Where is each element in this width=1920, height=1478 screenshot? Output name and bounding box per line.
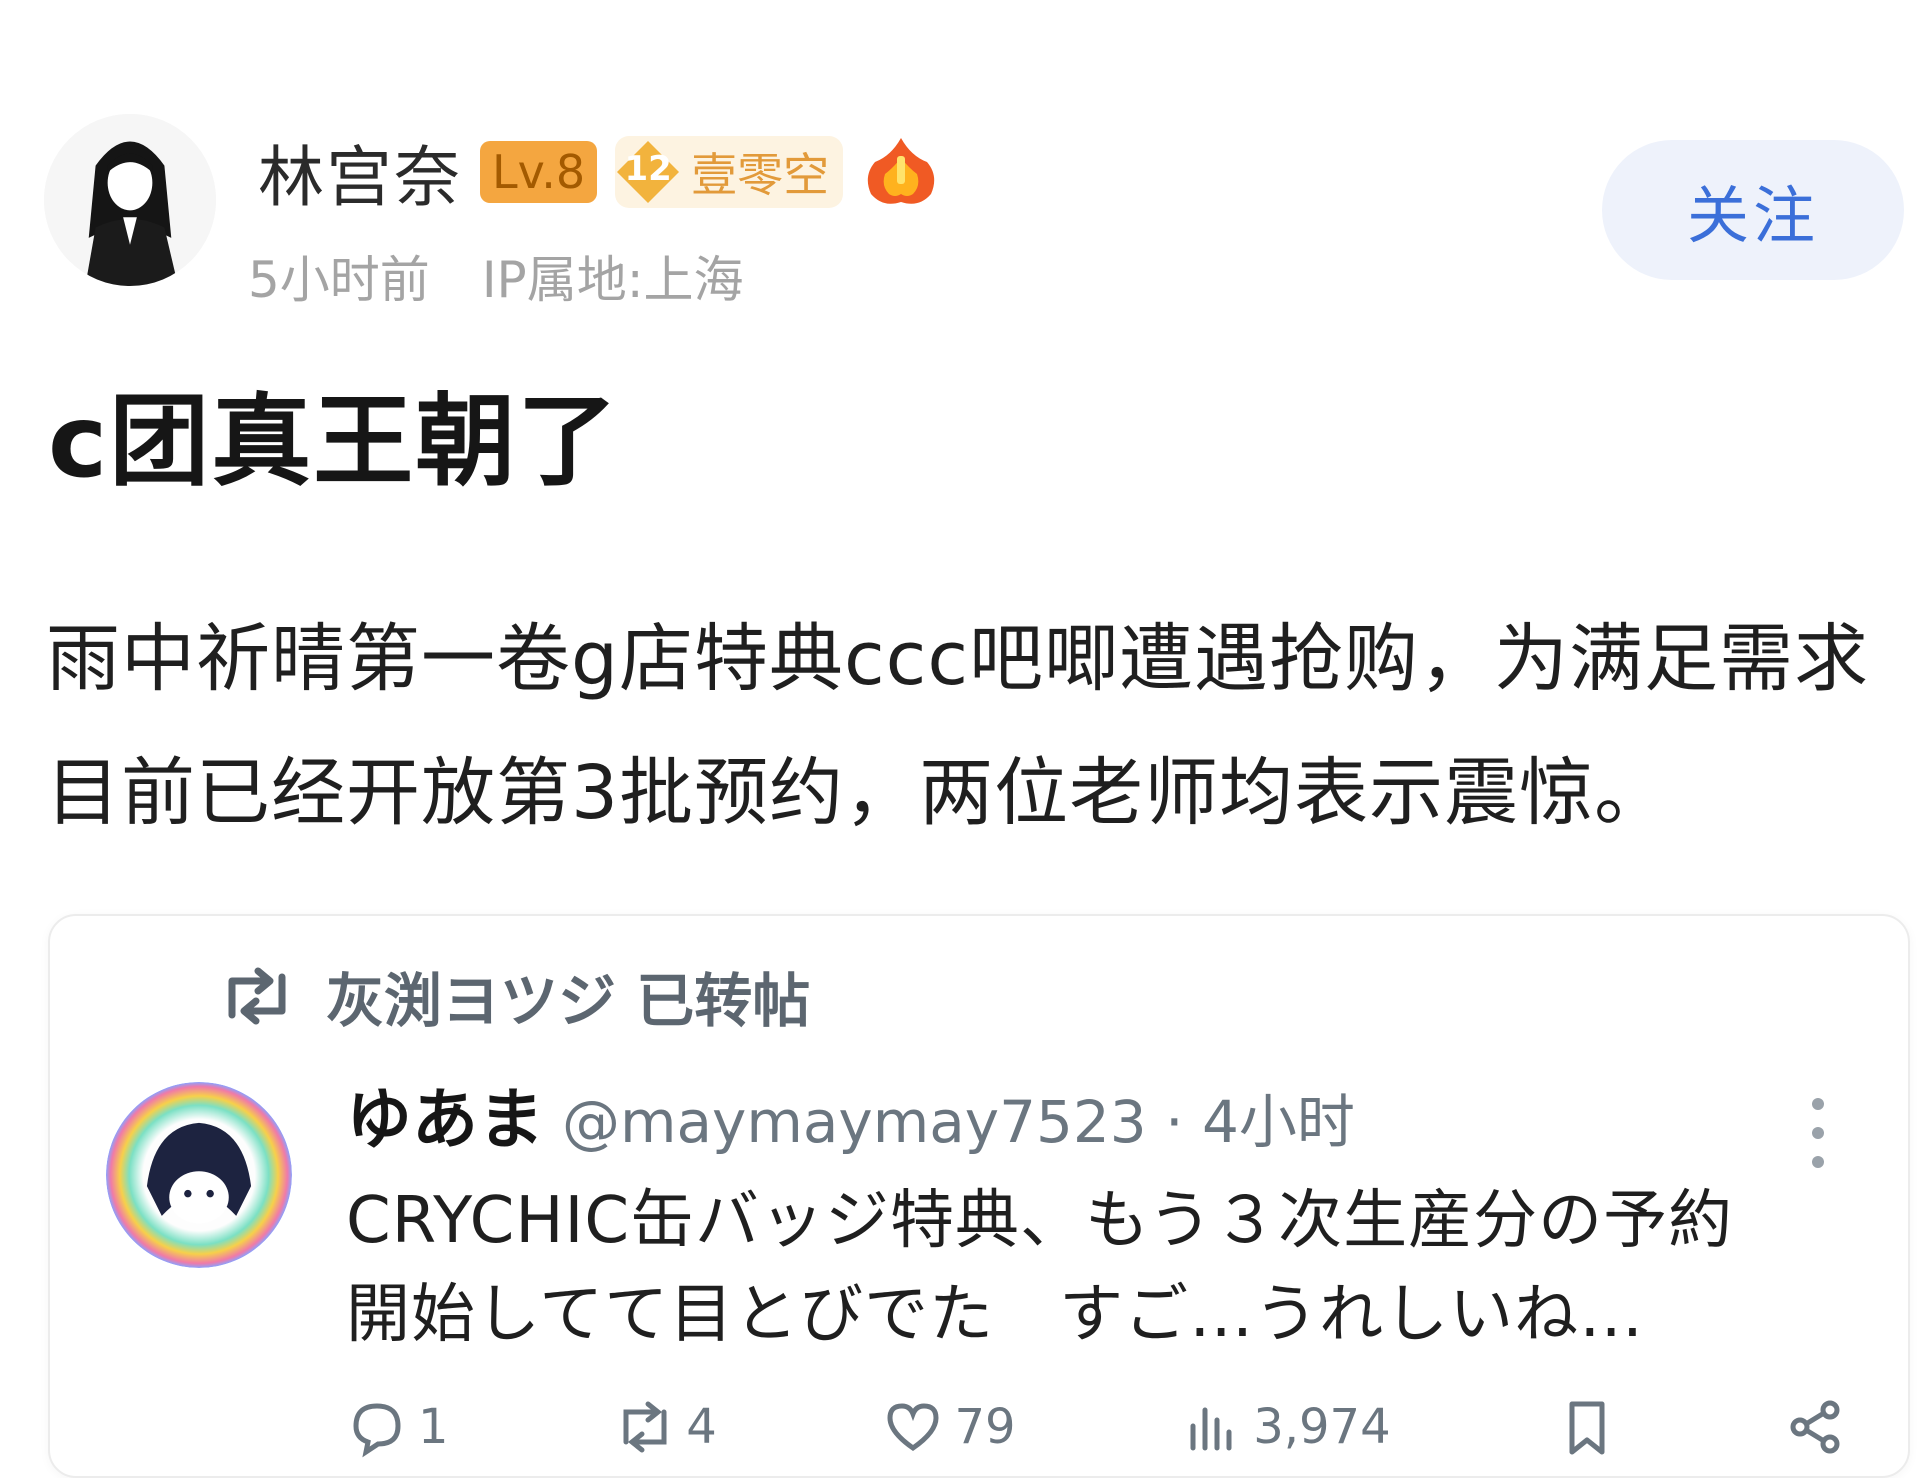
tweet-header: ゆあま @maymaymay7523 · 4小时 (346, 1066, 1355, 1162)
retweet-line: 灰渕ヨツジ 已转帖 (218, 954, 810, 1038)
post-body: 雨中祈晴第一卷g店特典ccc吧唧遭遇抢购，为满足需求目前已经开放第3批预约，两位… (46, 616, 1870, 836)
like-count: 79 (954, 1399, 1016, 1455)
retweeted-by: 灰渕ヨツジ 已转帖 (326, 967, 811, 1035)
level-badge: Lv.8 (480, 140, 598, 204)
tweet-actions: 1 4 79 3,974 (346, 1396, 1846, 1458)
tweet-text-line-2: 開始してて目とびでた すご…うれしいね… (346, 1278, 1645, 1352)
bookmark-action[interactable] (1556, 1396, 1618, 1458)
medal-level: 12 (624, 149, 672, 189)
medal-diamond-icon: 12 (615, 139, 681, 205)
author-name[interactable]: 林宫奈 (258, 124, 462, 220)
tweet-author-avatar[interactable] (106, 1082, 292, 1268)
follow-button[interactable]: 关注 (1602, 140, 1904, 280)
embedded-tweet-card[interactable]: 灰渕ヨツジ 已转帖 ゆあま @maymaymay7523 · 4小时 CRYCH… (48, 914, 1910, 1478)
views-icon (1190, 1407, 1232, 1451)
tweet-text: CRYCHIC缶バッジ特典、もう３次生産分の予約 開始してて目とびでた すご…う… (346, 1174, 1846, 1362)
heart-icon (887, 1403, 939, 1452)
author-name-row: 林宫奈 Lv.8 12 壹零空 (258, 124, 941, 220)
reply-icon (353, 1403, 401, 1458)
post-title: c团真王朝了 (48, 383, 620, 500)
author-avatar[interactable] (44, 114, 216, 286)
views-action[interactable]: 3,974 (1181, 1396, 1391, 1458)
ip-location: IP属地:上海 (481, 251, 744, 309)
fan-medal[interactable]: 12 壹零空 (615, 136, 844, 208)
retweet-icon (228, 967, 286, 1025)
flame-badge-icon (861, 132, 941, 212)
tweet-author-name[interactable]: ゆあま (346, 1066, 544, 1162)
reply-action[interactable]: 1 (346, 1396, 449, 1458)
retweet-count: 4 (686, 1399, 717, 1455)
reply-count: 1 (418, 1399, 449, 1455)
retweet-count-icon (623, 1401, 667, 1453)
share-icon (1790, 1400, 1840, 1454)
bookmark-icon (1569, 1401, 1605, 1455)
like-action[interactable]: 79 (882, 1396, 1016, 1458)
tweet-handle-time[interactable]: @maymaymay7523 · 4小时 (562, 1075, 1355, 1159)
views-count: 3,974 (1253, 1399, 1391, 1455)
medal-name: 壹零空 (691, 148, 830, 202)
more-options-icon[interactable] (1808, 1088, 1828, 1178)
post-time: 5小时前 (248, 251, 430, 309)
retweet-action[interactable]: 4 (614, 1396, 717, 1458)
post-meta: 5小时前 IP属地:上海 (248, 240, 744, 312)
post-header: 林宫奈 Lv.8 12 壹零空 5小时前 IP属地:上海 关注 (44, 110, 1904, 309)
tweet-text-line-1: CRYCHIC缶バッジ特典、もう３次生産分の予約 (346, 1184, 1734, 1258)
share-action[interactable] (1784, 1396, 1846, 1458)
